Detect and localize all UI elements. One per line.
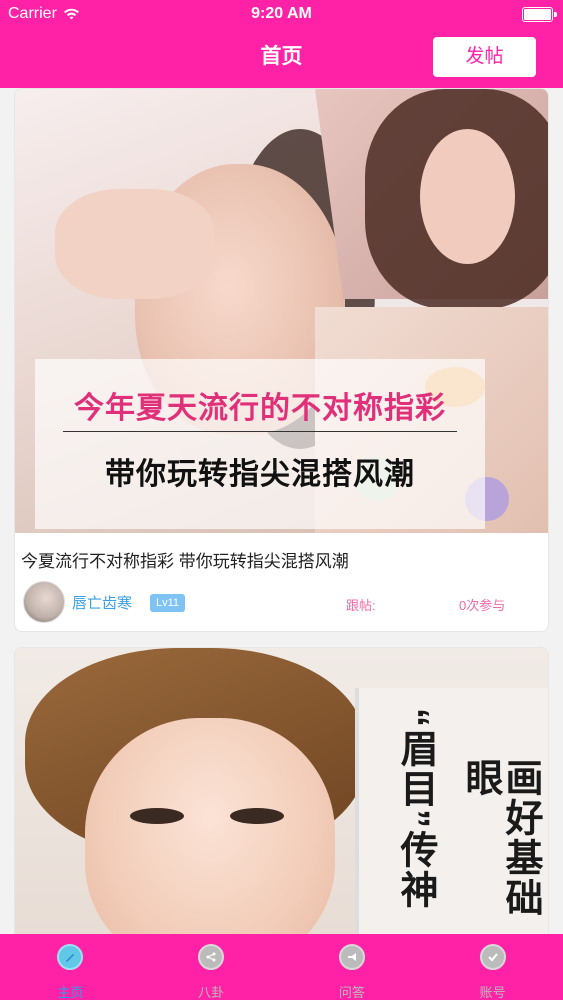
- tab-label: 账号: [479, 985, 506, 1000]
- level-badge: Lv11: [150, 594, 186, 612]
- tab-account[interactable]: 账号: [422, 934, 563, 1000]
- banner-subheadline: 带你玩转指尖混搭风潮: [105, 458, 415, 491]
- tab-home[interactable]: 主页: [0, 934, 141, 1000]
- tab-gossip[interactable]: 八卦: [141, 934, 282, 1000]
- cover-face: [85, 718, 335, 934]
- post-cover-image[interactable]: 今年夏天流行的不对称指彩 带你玩转指尖混搭风潮: [15, 89, 548, 533]
- check-icon: [479, 944, 506, 970]
- reply-count-label: 跟帖:: [346, 598, 376, 613]
- post-meta: 唇亡齿寒 Lv11 跟帖: 0次参与: [23, 581, 543, 625]
- post-card[interactable]: “眉目”传神 画好基础眼: [14, 647, 549, 934]
- tab-label: 八卦: [198, 985, 225, 1000]
- cover-eye: [130, 808, 184, 824]
- status-time: 9:20 AM: [251, 5, 312, 22]
- cover-eye: [230, 808, 284, 824]
- post-card[interactable]: 今年夏天流行的不对称指彩 带你玩转指尖混搭风潮 今夏流行不对称指彩 带你玩转指尖…: [14, 88, 549, 632]
- cover-banner: 今年夏天流行的不对称指彩 带你玩转指尖混搭风潮: [35, 359, 485, 529]
- cover-vertical-text: “眉目”传神: [394, 708, 436, 910]
- collage-hand: [55, 189, 215, 299]
- tab-bar: 主页 八卦 问答 账号: [0, 934, 563, 1000]
- share-icon: [198, 944, 225, 970]
- tab-label: 主页: [57, 985, 84, 1000]
- header: Carrier 9:20 AM 首页 发帖: [0, 0, 563, 88]
- app-root: Carrier 9:20 AM 首页 发帖 今年夏天流行的不对称指彩 带你玩转指…: [0, 0, 563, 1000]
- megaphone-icon: [338, 944, 365, 970]
- banner-headline: 今年夏天流行的不对称指彩: [74, 392, 446, 425]
- banner-divider: [63, 431, 457, 432]
- participant-count: 0次参与: [459, 598, 506, 613]
- status-bar: Carrier 9:20 AM: [0, 0, 563, 30]
- tab-qa[interactable]: 问答: [282, 934, 423, 1000]
- cover-vertical-text: 画好基础眼: [459, 758, 541, 918]
- post-button[interactable]: 发帖: [433, 37, 536, 77]
- author-name[interactable]: 唇亡齿寒: [72, 592, 132, 613]
- tab-label: 问答: [338, 985, 365, 1000]
- home-icon: [57, 944, 84, 970]
- post-title[interactable]: 今夏流行不对称指彩 带你玩转指尖混搭风潮: [21, 547, 542, 572]
- avatar[interactable]: [23, 581, 65, 623]
- battery-icon: [522, 7, 557, 22]
- post-cover-image[interactable]: “眉目”传神 画好基础眼: [15, 648, 548, 934]
- collage-face-right: [420, 129, 515, 264]
- post-feed[interactable]: 今年夏天流行的不对称指彩 带你玩转指尖混搭风潮 今夏流行不对称指彩 带你玩转指尖…: [0, 88, 563, 934]
